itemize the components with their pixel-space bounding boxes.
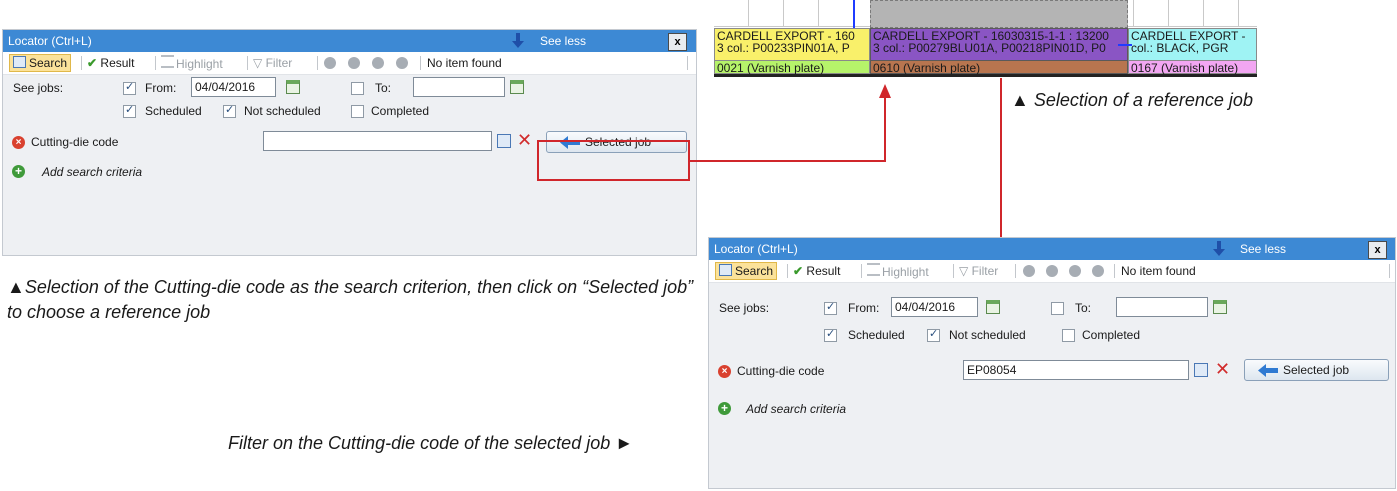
criterion-label: Cutting-die code	[737, 364, 825, 378]
from-date-input[interactable]: 04/04/2016	[891, 297, 978, 317]
caption-left: ▲Selection of the Cutting-die code as th…	[7, 277, 694, 322]
from-label: From:	[848, 301, 880, 315]
funnel-icon: ▽	[959, 264, 969, 278]
last-icon[interactable]	[1092, 265, 1104, 277]
next-icon[interactable]	[1069, 265, 1081, 277]
filter-tab[interactable]: ▽ Filter	[959, 263, 998, 279]
search-icon	[719, 264, 732, 276]
status-text: No item found	[1121, 264, 1196, 278]
add-icon[interactable]: +	[718, 402, 731, 415]
result-tab[interactable]: ✔ Result	[793, 263, 840, 279]
calendar-icon[interactable]	[986, 300, 1000, 314]
down-arrow-icon[interactable]	[1212, 241, 1226, 257]
first-icon[interactable]	[1023, 265, 1035, 277]
previous-icon[interactable]	[1046, 265, 1058, 277]
caption-filter: Filter on the Cutting-die code of the se…	[228, 433, 634, 453]
scheduled-checkbox[interactable]	[824, 327, 837, 342]
to-label: To:	[1075, 301, 1092, 315]
search-tab[interactable]: Search	[715, 262, 778, 280]
completed-label: Completed	[1082, 328, 1141, 342]
clear-icon[interactable]: ✕	[1215, 360, 1230, 378]
locator-toolbar: Search ✔ Result Highlight ▽ Filter No it…	[709, 260, 1395, 283]
remove-criterion-icon[interactable]: ×	[718, 365, 731, 378]
picker-icon[interactable]	[1194, 363, 1208, 377]
highlight-icon	[867, 263, 880, 276]
locator-titlebar: Locator (Ctrl+L) See less x	[709, 238, 1395, 260]
calendar-icon[interactable]	[1213, 300, 1227, 314]
highlight-tab[interactable]: Highlight	[867, 263, 929, 279]
see-jobs-label: See jobs:	[719, 301, 770, 315]
scheduled-label: Scheduled	[848, 328, 905, 342]
not-scheduled-label: Not scheduled	[949, 328, 1026, 342]
add-search-criteria-link[interactable]: Add search criteria	[746, 402, 846, 416]
see-less-link[interactable]: See less	[1240, 242, 1286, 256]
close-button[interactable]: x	[1368, 241, 1387, 259]
locator-title: Locator (Ctrl+L)	[714, 242, 798, 256]
locator-panel-after: Locator (Ctrl+L) See less x Search ✔ Res…	[708, 237, 1396, 489]
checkmark-icon: ✔	[793, 264, 804, 278]
completed-checkbox[interactable]	[1062, 329, 1075, 342]
to-checkbox[interactable]	[1051, 302, 1064, 315]
from-checkbox[interactable]	[824, 300, 837, 315]
left-arrow-icon	[1258, 364, 1278, 377]
not-scheduled-checkbox[interactable]	[927, 327, 940, 342]
cutting-die-code-input[interactable]: EP08054	[963, 360, 1189, 380]
to-date-input[interactable]	[1116, 297, 1208, 317]
selected-job-button[interactable]: Selected job	[1244, 359, 1389, 381]
